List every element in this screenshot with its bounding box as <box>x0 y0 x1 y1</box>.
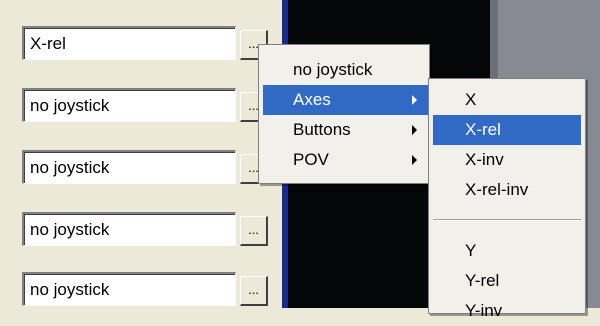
menu-item-buttons-label: Buttons <box>293 120 351 139</box>
submenu-arrow-icon <box>412 125 417 135</box>
binding-field-1[interactable]: X-rel <box>22 26 236 60</box>
menu-item-axes-label: Axes <box>293 90 331 109</box>
submenu-separator <box>433 219 581 221</box>
submenu-item-y-inv[interactable]: Y-inv <box>429 296 585 326</box>
menu-item-buttons[interactable]: Buttons <box>259 115 429 145</box>
submenu-item-x[interactable]: X <box>429 85 585 115</box>
menu-item-pov[interactable]: POV <box>259 145 429 175</box>
submenu-item-x-inv[interactable]: X-inv <box>429 145 585 175</box>
submenu-item-y-rel[interactable]: Y-rel <box>429 266 585 296</box>
context-menu: no joystick Axes Buttons POV <box>258 44 430 184</box>
axes-submenu: X X-rel X-inv X-rel-inv Y Y-rel Y-inv <box>428 78 586 320</box>
browse-button-5[interactable]: ... <box>240 276 268 306</box>
menu-item-pov-label: POV <box>293 150 329 169</box>
menu-item-no-joystick[interactable]: no joystick <box>259 55 429 85</box>
menu-item-axes[interactable]: Axes <box>263 85 429 115</box>
submenu-item-x-rel-inv[interactable]: X-rel-inv <box>429 175 585 205</box>
binding-field-3[interactable]: no joystick <box>22 150 236 184</box>
binding-field-2[interactable]: no joystick <box>22 88 236 122</box>
submenu-arrow-icon <box>412 95 417 105</box>
submenu-item-x-rel[interactable]: X-rel <box>433 115 581 145</box>
browse-button-4[interactable]: ... <box>240 216 268 246</box>
submenu-arrow-icon <box>412 155 417 165</box>
submenu-item-y[interactable]: Y <box>429 236 585 266</box>
binding-field-4[interactable]: no joystick <box>22 212 236 246</box>
binding-field-5[interactable]: no joystick <box>22 272 236 306</box>
